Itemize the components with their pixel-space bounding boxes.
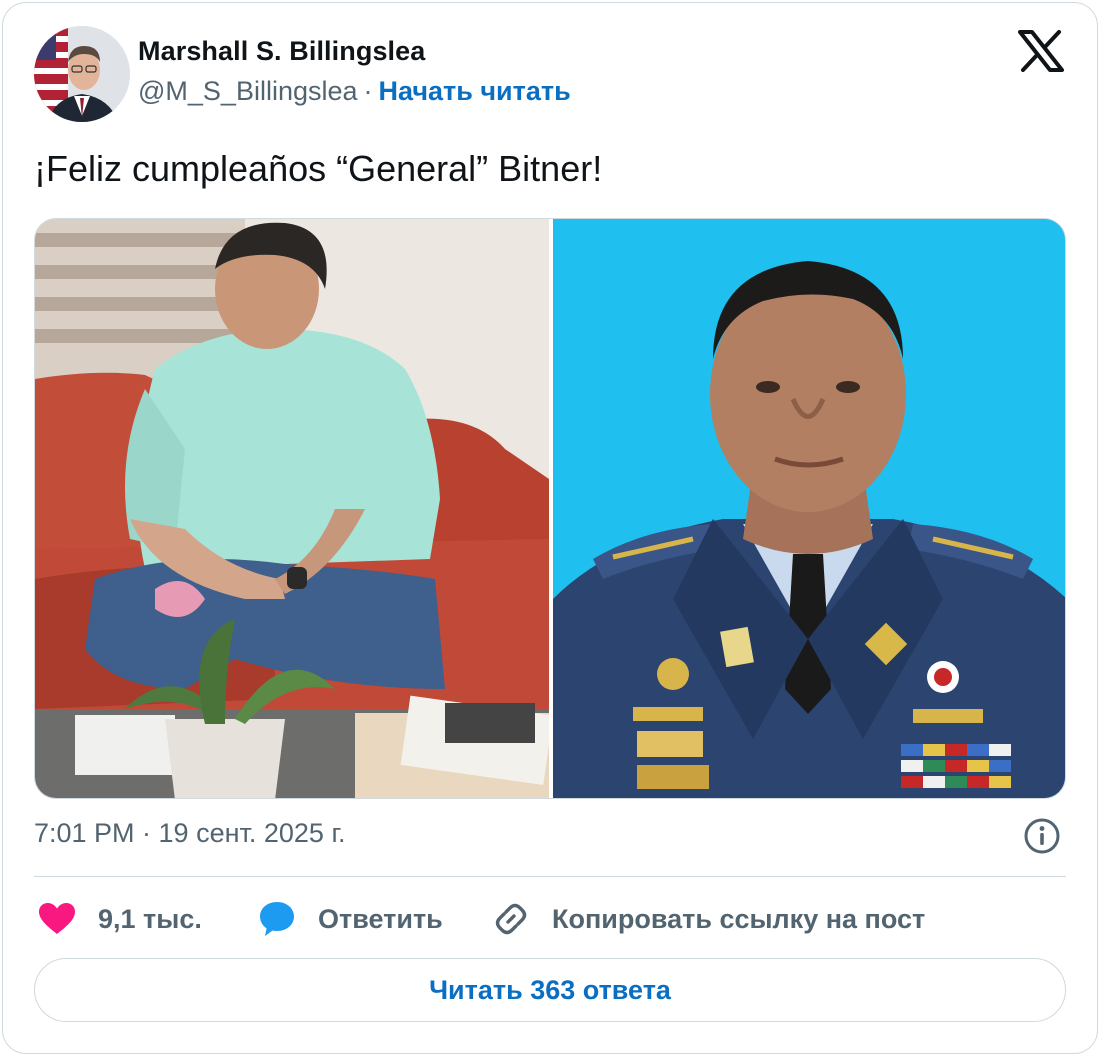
tweet-media[interactable] xyxy=(34,218,1066,799)
actions-divider xyxy=(34,876,1066,877)
reply-label: Ответить xyxy=(318,903,443,934)
author-handle-row: @M_S_Billingslea · Начать читать xyxy=(138,76,571,107)
handle-separator: · xyxy=(363,76,373,106)
x-logo-icon[interactable] xyxy=(1018,30,1064,72)
author-avatar[interactable] xyxy=(34,26,130,122)
likes-count: 9,1 тыс. xyxy=(98,903,202,934)
media-photo-left[interactable] xyxy=(35,219,549,798)
heart-icon xyxy=(39,903,75,934)
tweet-timestamp[interactable]: 7:01 PM · 19 сент. 2025 г. xyxy=(34,818,346,849)
copy-link-button[interactable]: Копировать ссылку на пост xyxy=(492,896,925,942)
link-icon xyxy=(495,903,527,935)
tweet-text: ¡Feliz cumpleaños “General” Bitner! xyxy=(34,148,603,189)
reply-button[interactable]: Ответить xyxy=(258,896,443,942)
like-button[interactable]: 9,1 тыс. xyxy=(38,896,202,942)
speech-bubble-icon xyxy=(260,902,294,936)
copy-link-label: Копировать ссылку на пост xyxy=(552,903,926,934)
info-icon[interactable] xyxy=(1022,816,1062,856)
read-replies-label: Читать 363 ответа xyxy=(429,974,671,1005)
follow-link[interactable]: Начать читать xyxy=(379,76,571,106)
read-replies-button[interactable]: Читать 363 ответа xyxy=(34,958,1066,1022)
media-photo-right[interactable] xyxy=(553,219,1065,798)
author-name[interactable]: Marshall S. Billingslea xyxy=(138,36,425,67)
author-handle[interactable]: @M_S_Billingslea xyxy=(138,76,358,106)
